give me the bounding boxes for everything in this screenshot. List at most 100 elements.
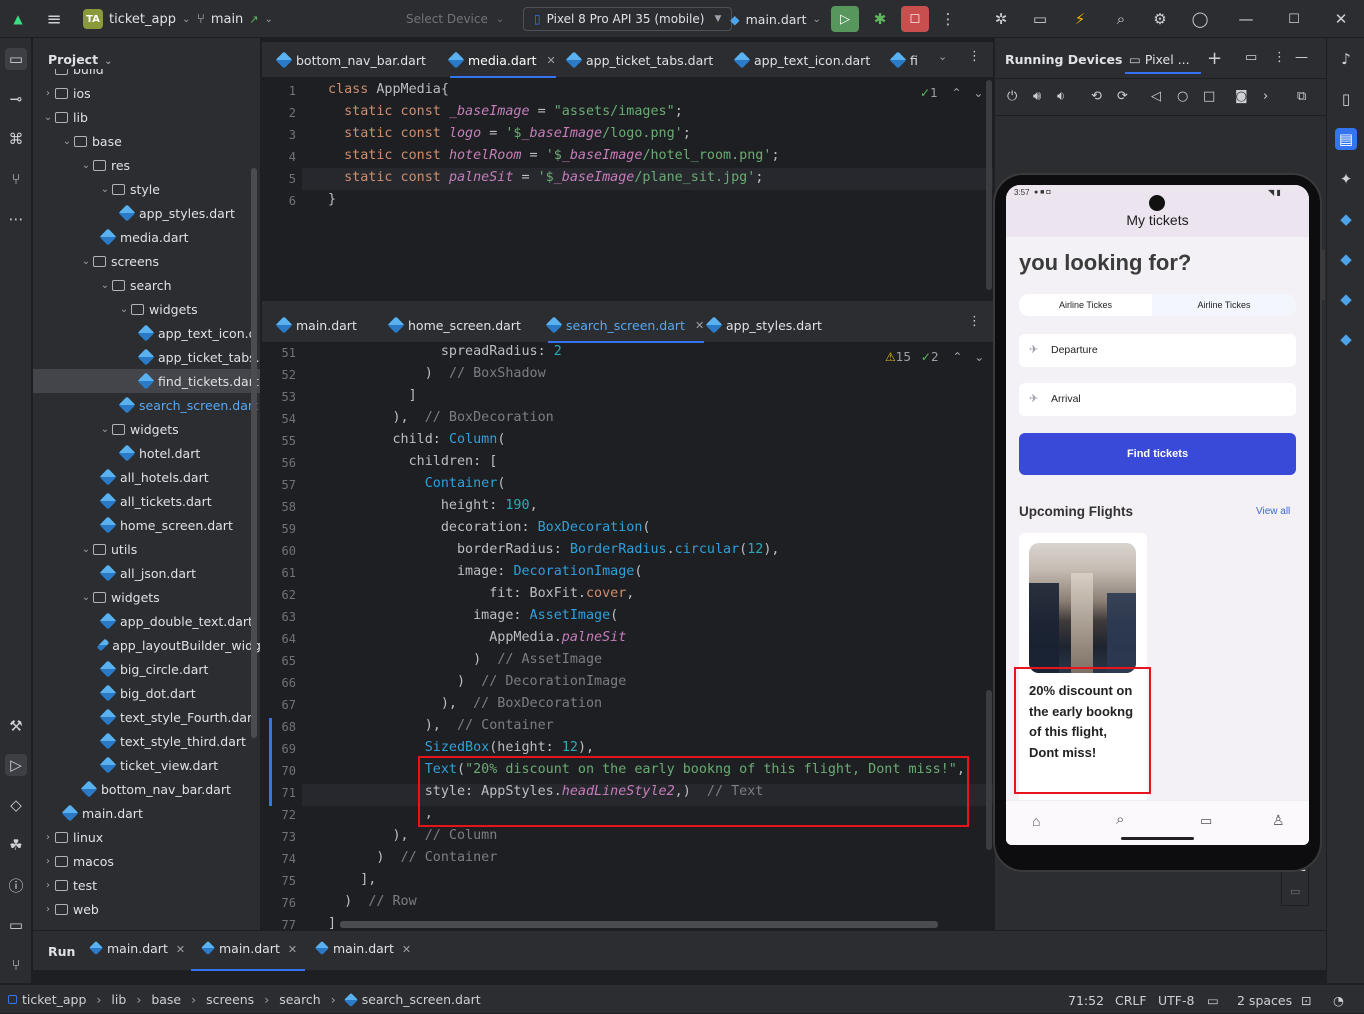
departure-field[interactable]: ✈ Departure: [1019, 334, 1296, 367]
tree-file[interactable]: big_circle.dart: [33, 657, 260, 681]
tree-folder[interactable]: ⌄ search: [33, 273, 260, 297]
bottom-editor-code[interactable]: 51 spreadRadius: 2 52 ) // BoxShadow 53 ] 5…: [262, 344, 993, 930]
hot-reload-icon[interactable]: ⚡: [1070, 9, 1090, 29]
expand-arrow-icon[interactable]: ⌄: [98, 184, 112, 195]
tree-folder[interactable]: build: [33, 69, 260, 81]
code-line[interactable]: static const hotelRoom = '$_baseImage/ho…: [328, 148, 779, 163]
tree-scrollbar[interactable]: [251, 168, 257, 738]
expand-arrow-icon[interactable]: ›: [41, 880, 55, 891]
flutter-inspector-icon[interactable]: ◆: [1335, 208, 1357, 230]
code-line[interactable]: static const palneSit = '$_baseImage/pla…: [328, 170, 763, 185]
project-folder-icon[interactable]: ▭: [5, 48, 27, 70]
tree-file[interactable]: app_text_icon.d: [33, 321, 260, 345]
code-line[interactable]: ],: [328, 872, 376, 887]
code-line[interactable]: SizedBox(height: 12),: [328, 740, 594, 755]
code-line[interactable]: ]: [328, 916, 336, 930]
back-icon[interactable]: ◁: [1151, 89, 1161, 104]
tree-folder[interactable]: ⌄ widgets: [33, 585, 260, 609]
branch-selector[interactable]: ⑂ main ↗ ⌄: [197, 0, 273, 38]
tree-file[interactable]: ticket_view.dart: [33, 753, 260, 777]
expand-arrow-icon[interactable]: ⌄: [79, 544, 93, 555]
debug-icon[interactable]: ✱: [870, 9, 890, 29]
view-all-link[interactable]: View all: [1256, 506, 1290, 517]
logcat-icon[interactable]: ☘: [5, 834, 27, 856]
breadcrumb-item[interactable]: screens: [206, 992, 254, 1007]
tree-file[interactable]: text_style_Fourth.dart: [33, 705, 260, 729]
tree-file[interactable]: all_tickets.dart: [33, 489, 260, 513]
hamburger-menu-icon[interactable]: ≡: [44, 9, 64, 30]
breadcrumb-item[interactable]: search: [279, 992, 321, 1007]
nav-ticket-icon[interactable]: ▭: [1200, 813, 1212, 829]
run-tab[interactable]: main.dart ✕: [88, 940, 185, 956]
more-vertical-icon[interactable]: ⋮: [968, 314, 981, 329]
code-line[interactable]: ), // Container: [328, 718, 554, 733]
project-selector[interactable]: TA ticket_app ⌄: [83, 0, 190, 38]
flutter-performance-icon[interactable]: ◆: [1335, 288, 1357, 310]
device-mirror-icon[interactable]: ▭: [1030, 9, 1050, 29]
running-devices-icon[interactable]: ▤: [1335, 128, 1357, 150]
line-separator[interactable]: CRLF: [1115, 993, 1147, 1008]
more-vertical-icon[interactable]: ⋮: [1273, 50, 1286, 65]
close-tab-icon[interactable]: ✕: [547, 54, 556, 67]
editor-tab[interactable]: bottom_nav_bar.dart: [275, 42, 426, 78]
tree-folder[interactable]: ⌄ widgets: [33, 297, 260, 321]
expand-arrow-icon[interactable]: ⌄: [60, 136, 74, 147]
tree-file[interactable]: media.dart: [33, 225, 260, 249]
minimize-icon[interactable]: —: [1236, 9, 1256, 29]
editor-tab[interactable]: app_styles.dart: [705, 307, 822, 343]
tree-file[interactable]: all_hotels.dart: [33, 465, 260, 489]
tree-folder[interactable]: › linux: [33, 825, 260, 849]
commit-icon[interactable]: ⊸: [5, 88, 27, 110]
code-line[interactable]: fit: BoxFit.cover,: [328, 586, 634, 601]
file-encoding[interactable]: UTF-8: [1158, 993, 1194, 1008]
breadcrumb-item[interactable]: lib: [111, 992, 126, 1007]
stop-button[interactable]: ☐: [901, 6, 929, 32]
tree-file[interactable]: app_double_text.dart: [33, 609, 260, 633]
cursor-position[interactable]: 71:52: [1068, 993, 1104, 1008]
run-config-selector[interactable]: ◆ main.dart ⌄: [730, 0, 821, 38]
expand-arrow-icon[interactable]: ›: [41, 904, 55, 915]
build-variants-icon[interactable]: ⚒: [5, 715, 27, 737]
rotate-left-icon[interactable]: ⟲: [1091, 89, 1102, 104]
volume-down-icon[interactable]: 🔉︎: [1057, 89, 1065, 104]
tree-file[interactable]: big_dot.dart: [33, 681, 260, 705]
gems-icon[interactable]: ◇: [5, 794, 27, 816]
volume-up-icon[interactable]: 🔊︎: [1033, 89, 1041, 104]
run-tab[interactable]: main.dart ✕: [191, 940, 305, 971]
tree-folder[interactable]: › ios: [33, 81, 260, 105]
tree-file[interactable]: home_screen.dart: [33, 513, 260, 537]
code-line[interactable]: ) // AssetImage: [328, 652, 602, 667]
find-tickets-button[interactable]: Find tickets: [1019, 433, 1296, 475]
close-tab-icon[interactable]: ✕: [288, 943, 297, 956]
device-manager-icon[interactable]: ▯: [1335, 88, 1357, 110]
code-line[interactable]: ), // Column: [328, 828, 497, 843]
editor-tab[interactable]: search_screen.dart ✕: [545, 307, 705, 343]
inspection-widget[interactable]: ⚠15 ✓2 ⌃ ⌄: [885, 350, 984, 364]
editor-tab[interactable]: media.dart ✕: [447, 42, 556, 78]
tree-file[interactable]: app_ticket_tabs.: [33, 345, 260, 369]
breadcrumb-item[interactable]: base: [151, 992, 181, 1007]
nav-home-icon[interactable]: ⌂: [1032, 813, 1040, 829]
expand-arrow-icon[interactable]: ⌄: [98, 280, 112, 291]
tab-hotels[interactable]: Airline Tickes: [1152, 294, 1296, 316]
tree-folder[interactable]: ⌄ res: [33, 153, 260, 177]
code-line[interactable]: child: Column(: [328, 432, 505, 447]
breadcrumb-item[interactable]: search_screen.dart: [362, 992, 481, 1007]
nav-profile-icon[interactable]: ♙: [1272, 812, 1285, 829]
expand-arrow-icon[interactable]: ›: [41, 832, 55, 843]
device-tab[interactable]: ▭ Pixel ...: [1129, 52, 1190, 67]
code-line[interactable]: static const logo = '$_baseImage/logo.pn…: [328, 126, 691, 141]
search-icon[interactable]: ⌕: [1111, 9, 1131, 29]
code-line[interactable]: image: DecorationImage(: [328, 564, 642, 579]
rotate-right-icon[interactable]: ⟳: [1117, 89, 1128, 104]
tree-folder[interactable]: ⌄ lib: [33, 105, 260, 129]
editor-tab[interactable]: main.dart: [275, 307, 357, 343]
top-editor-code[interactable]: 1 class AppMedia{2 static const _baseImag…: [262, 79, 993, 301]
pull-requests-icon[interactable]: ⑂: [5, 168, 27, 190]
code-line[interactable]: ), // BoxDecoration: [328, 696, 602, 711]
code-line[interactable]: height: 190,: [328, 498, 538, 513]
tree-file[interactable]: app_layoutBuilder_widg: [33, 633, 260, 657]
memory-icon[interactable]: ◔: [1333, 993, 1344, 1008]
version-control-icon[interactable]: ⑂: [5, 954, 27, 976]
project-panel-title[interactable]: Project ⌄: [48, 52, 112, 67]
